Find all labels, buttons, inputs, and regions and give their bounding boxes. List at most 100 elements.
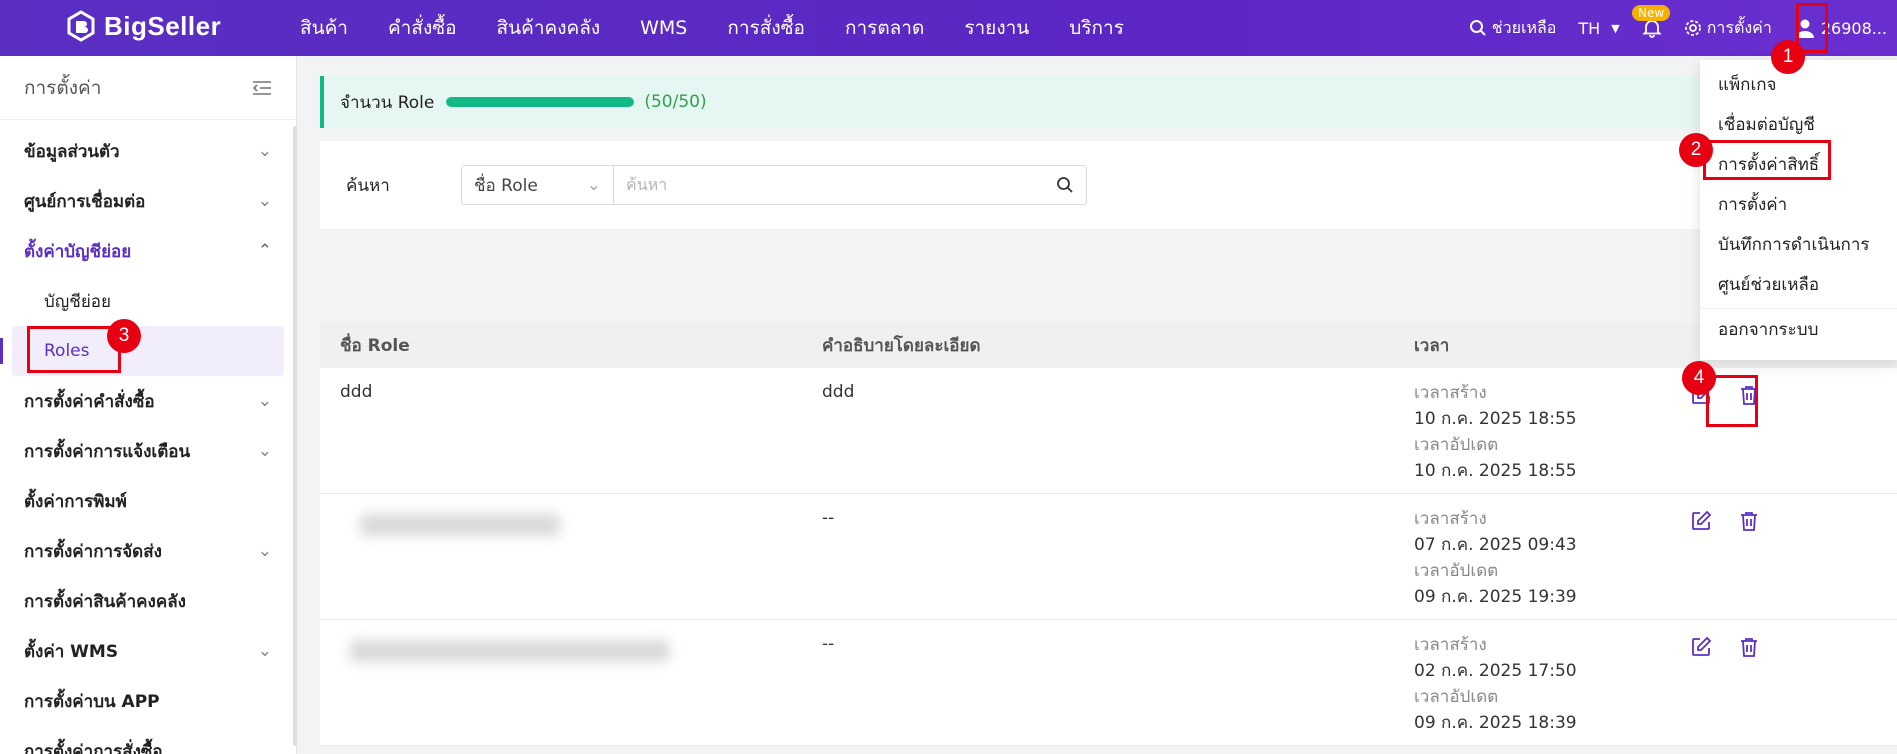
col-description: คำอธิบายโดยละเอียด — [822, 336, 981, 356]
search-icon[interactable] — [1056, 176, 1074, 194]
logo-icon — [67, 10, 95, 42]
sidebar-item-label: การตั้งค่าคำสั่งซื้อ — [24, 391, 155, 412]
sidebar-item-inventory-settings[interactable]: การตั้งค่าสินค้าคงคลัง — [0, 576, 296, 626]
table-row: -- เวลาสร้าง 07 ก.ค. 2025 09:43 เวลาอัปเ… — [320, 494, 1897, 620]
sidebar-item-wms-settings[interactable]: ตั้งค่า WMS ⌄ — [0, 626, 296, 676]
nav-marketing[interactable]: การตลาด — [845, 13, 924, 43]
gear-icon — [1684, 20, 1701, 36]
table-header: ชื่อ Role คำอธิบายโดยละเอียด เวลา — [320, 323, 1897, 368]
menu-item-operation-log[interactable]: บันทึกการดำเนินการ — [1700, 224, 1897, 264]
role-description: -- — [822, 634, 835, 654]
nav-inventory[interactable]: สินค้าคงคลัง — [497, 13, 601, 43]
settings-link[interactable]: การตั้งค่า — [1684, 16, 1772, 41]
notification-button[interactable] — [1642, 18, 1662, 38]
sidebar-item-integration[interactable]: ศูนย์การเชื่อมต่อ ⌄ — [0, 176, 296, 226]
logo-text: BigSeller — [104, 10, 222, 41]
caret-down-icon: ▼ — [1611, 21, 1620, 35]
sidebar-item-label: ตั้งค่าบัญชีย่อย — [24, 241, 132, 262]
search-icon — [1469, 20, 1486, 36]
nav-wms[interactable]: WMS — [640, 17, 687, 39]
menu-item-settings[interactable]: การตั้งค่า — [1700, 184, 1897, 224]
top-right-tools: ช่วยเหลือ TH ▼ การตั้งค่า 26908... — [1469, 0, 1897, 56]
role-description: -- — [822, 508, 835, 528]
blurred-name — [360, 514, 560, 536]
role-quota-bar: จำนวน Role (50/50) — [320, 76, 1720, 128]
sidebar-scrollbar[interactable] — [293, 126, 297, 746]
nav-services[interactable]: บริการ — [1069, 13, 1124, 43]
sidebar-item-label: การตั้งค่าการจัดส่ง — [24, 541, 162, 562]
search-panel: ค้นหา ชื่อ Role ⌄ ค้นหา — [320, 141, 1720, 229]
role-quota-progress — [446, 97, 635, 107]
bigseller-logo[interactable]: BigSeller — [66, 10, 221, 42]
chevron-down-icon: ⌄ — [257, 191, 272, 211]
user-dropdown-menu: แพ็กเกจ เชื่อมต่อบัญชี การตั้งค่าสิทธิ์ … — [1700, 60, 1897, 360]
menu-item-link-account[interactable]: เชื่อมต่อบัญชี — [1700, 104, 1897, 144]
progress-fill — [446, 97, 635, 107]
table-row: -- เวลาสร้าง 02 ก.ค. 2025 17:50 เวลาอัปเ… — [320, 620, 1897, 746]
sidebar-item-subaccount[interactable]: ตั้งค่าบัญชีย่อย ⌃ — [0, 226, 296, 276]
created-value: 07 ก.ค. 2025 09:43 — [1414, 535, 1577, 555]
help-label: ช่วยเหลือ — [1491, 17, 1557, 37]
help-link[interactable]: ช่วยเหลือ — [1469, 16, 1557, 41]
row-actions — [1684, 620, 1897, 745]
sidebar-item-label: การตั้งค่าบน APP — [24, 691, 160, 712]
role-times: เวลาสร้าง 10 ก.ค. 2025 18:55 เวลาอัปเดต … — [1404, 368, 1684, 493]
edit-icon[interactable] — [1690, 636, 1712, 658]
sidebar-item-purchase-settings[interactable]: การตั้งค่าการสั่งซื้อ — [0, 726, 296, 754]
search-placeholder: ค้นหา — [626, 174, 668, 194]
language-select[interactable]: TH ▼ — [1578, 19, 1619, 38]
role-description: ddd — [822, 382, 855, 402]
chevron-down-icon: ⌄ — [257, 391, 272, 411]
sidebar-item-app-settings[interactable]: การตั้งค่าบน APP — [0, 676, 296, 726]
nav-purchase[interactable]: การสั่งซื้อ — [727, 13, 805, 43]
created-value: 02 ก.ค. 2025 17:50 — [1414, 661, 1577, 681]
search-field-value: ชื่อ Role — [474, 175, 538, 196]
sidebar-item-label: การตั้งค่าการสั่งซื้อ — [24, 741, 163, 754]
role-name — [320, 494, 812, 619]
sidebar-item-label: ตั้งค่า WMS — [24, 641, 119, 662]
nav-products[interactable]: สินค้า — [300, 13, 348, 43]
main-content: จำนวน Role (50/50) ค้นหา ชื่อ Role ⌄ ค้น… — [320, 56, 1897, 754]
user-id: 26908... — [1820, 18, 1887, 38]
nav-reports[interactable]: รายงาน — [964, 13, 1029, 43]
chevron-down-icon: ⌄ — [257, 141, 272, 161]
highlight-permission-settings — [1703, 140, 1831, 180]
chevron-down-icon: ⌄ — [586, 175, 601, 195]
chevron-up-icon: ⌃ — [257, 241, 272, 261]
nav-orders[interactable]: คำสั่งซื้อ — [388, 13, 457, 43]
sidebar-item-shipping-settings[interactable]: การตั้งค่าการจัดส่ง ⌄ — [0, 526, 296, 576]
step-marker-4: 4 — [1682, 361, 1716, 395]
role-name: ddd — [340, 382, 373, 402]
created-label: เวลาสร้าง — [1414, 635, 1487, 655]
sidebar-item-print-settings[interactable]: ตั้งค่าการพิมพ์ — [0, 476, 296, 526]
menu-item-help-center[interactable]: ศูนย์ช่วยเหลือ — [1700, 264, 1897, 304]
top-navbar: BigSeller สินค้า คำสั่งซื้อ สินค้าคงคลัง… — [0, 0, 1897, 56]
search-input[interactable]: ค้นหา — [613, 165, 1087, 205]
sidebar-sub-subaccount[interactable]: บัญชีย่อย — [0, 276, 296, 326]
step-marker-1: 1 — [1771, 40, 1805, 74]
trash-icon[interactable] — [1738, 510, 1760, 532]
search-field-select[interactable]: ชื่อ Role ⌄ — [461, 165, 613, 205]
collapse-menu-icon[interactable] — [252, 80, 272, 96]
sidebar-item-label: ศูนย์การเชื่อมต่อ — [24, 191, 146, 212]
table-row: ddd ddd เวลาสร้าง 10 ก.ค. 2025 18:55 เวล… — [320, 368, 1897, 494]
created-label: เวลาสร้าง — [1414, 383, 1487, 403]
updated-label: เวลาอัปเดต — [1414, 687, 1499, 707]
chevron-down-icon: ⌄ — [257, 441, 272, 461]
sidebar-header: การตั้งค่า — [0, 56, 296, 120]
row-actions — [1684, 494, 1897, 619]
sidebar-item-notification-settings[interactable]: การตั้งค่าการแจ้งเตือน ⌄ — [0, 426, 296, 476]
settings-sidebar: การตั้งค่า ข้อมูลส่วนตัว ⌄ ศูนย์การเชื่อม… — [0, 56, 297, 754]
edit-icon[interactable] — [1690, 510, 1712, 532]
role-name — [320, 620, 812, 745]
new-badge: New — [1632, 5, 1671, 21]
role-quota-count: (50/50) — [644, 92, 707, 112]
search-label: ค้นหา — [346, 175, 390, 196]
trash-icon[interactable] — [1738, 636, 1760, 658]
blurred-name — [350, 640, 670, 662]
menu-item-logout[interactable]: ออกจากระบบ — [1700, 309, 1897, 349]
main-nav: สินค้า คำสั่งซื้อ สินค้าคงคลัง WMS การสั… — [300, 0, 1164, 56]
created-value: 10 ก.ค. 2025 18:55 — [1414, 409, 1577, 429]
sidebar-item-profile[interactable]: ข้อมูลส่วนตัว ⌄ — [0, 126, 296, 176]
sidebar-item-order-settings[interactable]: การตั้งค่าคำสั่งซื้อ ⌄ — [0, 376, 296, 426]
